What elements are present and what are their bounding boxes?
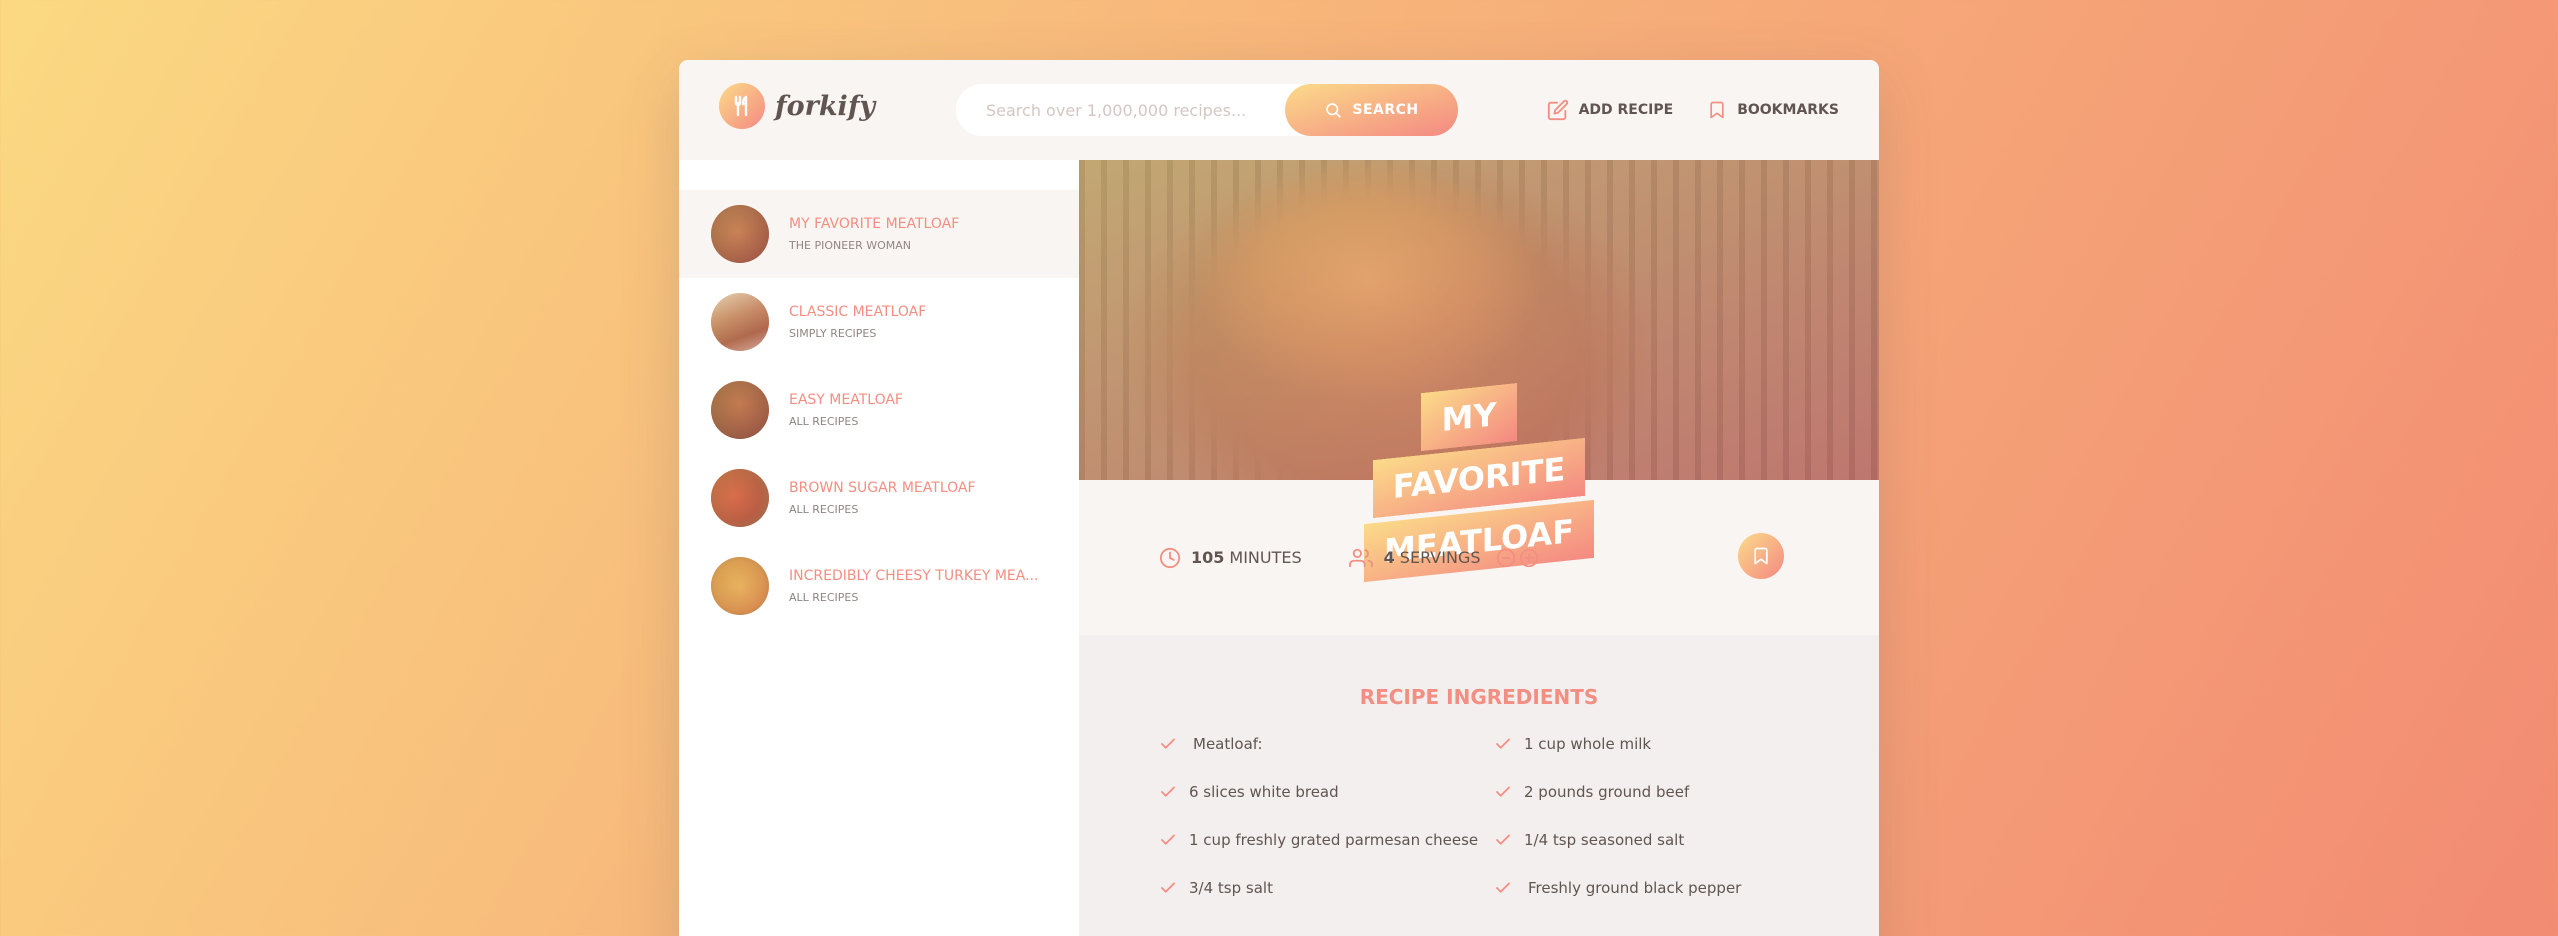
recipe-ingredients: RECIPE INGREDIENTS Meatloaf: 1 cup whole…: [1079, 635, 1879, 936]
result-title: MY FAVORITE MEATLOAF: [789, 216, 960, 232]
result-publisher: THE PIONEER WOMAN: [789, 239, 912, 252]
result-publisher: ALL RECIPES: [789, 415, 859, 428]
ingredients-heading: RECIPE INGREDIENTS: [1359, 685, 1599, 709]
search-button[interactable]: SEARCH: [1285, 84, 1458, 136]
recipe-details: 105 MINUTES 4 SERVINGS: [1079, 480, 1879, 635]
result-item[interactable]: EASY MEATLOAF ALL RECIPES: [679, 366, 1079, 454]
search-icon: [1326, 103, 1341, 118]
users-icon: [1348, 548, 1373, 567]
result-item[interactable]: CLASSIC MEATLOAF SIMPLY RECIPES: [679, 278, 1079, 366]
check-icon: [1496, 786, 1510, 797]
ingredient-text: 2 pounds ground beef: [1524, 783, 1690, 801]
ingredient-item: 2 pounds ground beef: [1494, 779, 1794, 805]
check-icon: [1161, 786, 1175, 797]
header: forkify SEARCH ADD RECIPE BOOKMARKS: [679, 60, 1879, 160]
servings-value: 4: [1383, 548, 1395, 567]
recipe-thumbnail: [711, 293, 769, 351]
app-container: forkify SEARCH ADD RECIPE BOOKMARKS: [679, 60, 1879, 936]
bookmarks-button[interactable]: BOOKMARKS: [1707, 99, 1839, 121]
ingredient-item: 1/4 tsp seasoned salt: [1494, 827, 1794, 853]
ingredient-text: Freshly ground black pepper: [1528, 879, 1742, 897]
bookmark-recipe-button[interactable]: [1738, 533, 1784, 579]
recipe-thumbnail: [711, 381, 769, 439]
add-recipe-label: ADD RECIPE: [1578, 102, 1674, 118]
result-item[interactable]: BROWN SUGAR MEATLOAF ALL RECIPES: [679, 454, 1079, 542]
ingredient-text: 1 cup whole milk: [1524, 735, 1652, 753]
recipe-time: 105 MINUTES: [1159, 547, 1302, 569]
check-icon: [1496, 834, 1510, 845]
recipe: MY FAVORITE MEATLOAF 105 MINUTES 4 SERVI…: [1079, 160, 1879, 936]
search-button-label: SEARCH: [1352, 102, 1419, 118]
ingredient-text: 1/4 tsp seasoned salt: [1524, 831, 1685, 849]
edit-icon: [1547, 99, 1568, 121]
logo-text: forkify: [775, 90, 876, 122]
servings-controls: [1496, 548, 1539, 568]
ingredient-item: 6 slices white bread: [1159, 779, 1494, 805]
bookmark-icon: [1754, 547, 1768, 565]
result-title: BROWN SUGAR MEATLOAF: [789, 480, 976, 496]
bookmark-icon: [1710, 101, 1724, 119]
add-recipe-button[interactable]: ADD RECIPE: [1547, 99, 1674, 121]
minus-circle-icon[interactable]: [1496, 548, 1516, 568]
search-input[interactable]: [986, 84, 1316, 136]
recipe-servings: 4 SERVINGS: [1348, 547, 1539, 569]
result-item[interactable]: MY FAVORITE MEATLOAF THE PIONEER WOMAN: [679, 190, 1079, 278]
bookmarks-label: BOOKMARKS: [1737, 102, 1839, 118]
ingredient-text: 3/4 tsp salt: [1189, 879, 1273, 897]
ingredient-text: 1 cup freshly grated parmesan cheese: [1189, 831, 1479, 849]
result-publisher: ALL RECIPES: [789, 503, 859, 516]
ingredient-text: Meatloaf:: [1193, 735, 1263, 753]
check-icon: [1496, 738, 1510, 749]
logo[interactable]: forkify: [719, 83, 875, 129]
ingredient-item: Freshly ground black pepper: [1494, 875, 1794, 901]
search-form: SEARCH: [956, 84, 1458, 136]
check-icon: [1161, 738, 1175, 749]
ingredient-item: 3/4 tsp salt: [1159, 875, 1494, 901]
recipe-thumbnail: [711, 469, 769, 527]
result-title: EASY MEATLOAF: [789, 392, 903, 408]
check-icon: [1496, 882, 1510, 893]
fork-knife-icon: [719, 83, 765, 129]
ingredient-text: 6 slices white bread: [1189, 783, 1339, 801]
ingredient-item: Meatloaf:: [1159, 731, 1494, 757]
result-title: CLASSIC MEATLOAF: [789, 304, 927, 320]
ingredient-list: Meatloaf: 1 cup whole milk 6 slices whit…: [1159, 731, 1799, 901]
ingredient-item: 1 cup freshly grated parmesan cheese: [1159, 827, 1494, 853]
ingredient-item: 1 cup whole milk: [1494, 731, 1794, 757]
nav: ADD RECIPE BOOKMARKS: [1547, 60, 1839, 160]
plus-circle-icon[interactable]: [1519, 548, 1539, 568]
result-title: INCREDIBLY CHEESY TURKEY MEA...: [789, 568, 1039, 584]
check-icon: [1161, 882, 1175, 893]
result-publisher: ALL RECIPES: [789, 591, 859, 604]
servings-label: SERVINGS: [1399, 548, 1481, 567]
minutes-label: MINUTES: [1229, 548, 1302, 567]
search-results: MY FAVORITE MEATLOAF THE PIONEER WOMAN C…: [679, 160, 1079, 936]
result-publisher: SIMPLY RECIPES: [789, 327, 877, 340]
minutes-value: 105: [1191, 548, 1225, 567]
check-icon: [1161, 834, 1175, 845]
result-item[interactable]: INCREDIBLY CHEESY TURKEY MEA... ALL RECI…: [679, 542, 1079, 630]
clock-icon: [1159, 547, 1181, 568]
recipe-thumbnail: [711, 557, 769, 615]
recipe-thumbnail: [711, 205, 769, 263]
